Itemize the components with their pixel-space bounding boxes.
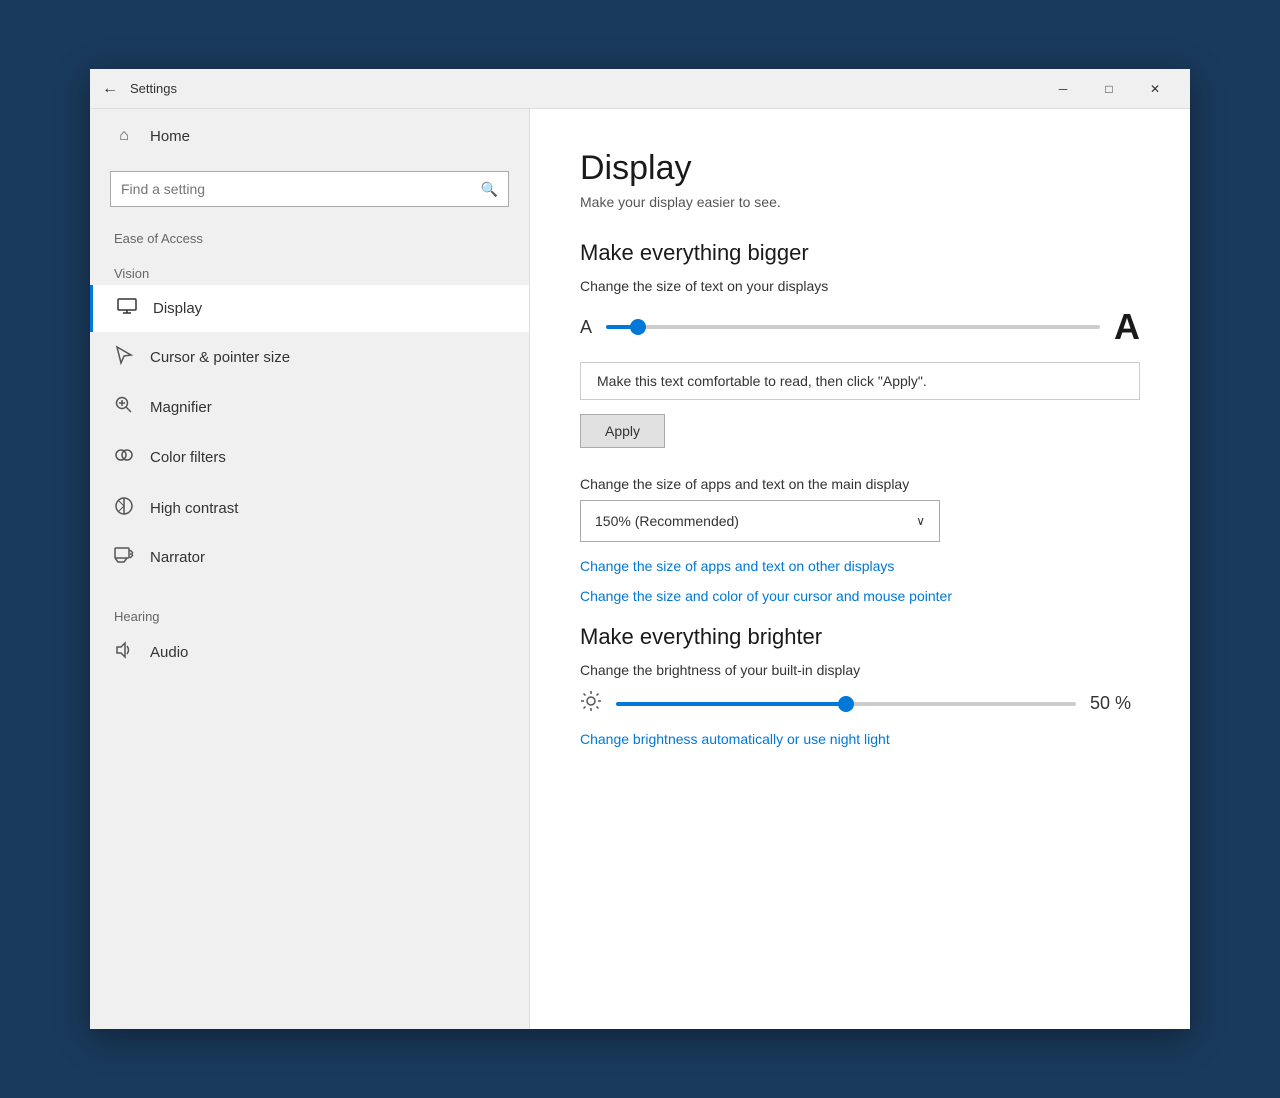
window-controls: ─ □ ✕ bbox=[1040, 69, 1178, 109]
brightness-slider[interactable] bbox=[616, 702, 1076, 706]
minimize-button[interactable]: ─ bbox=[1040, 69, 1086, 109]
text-size-label: Change the size of text on your displays bbox=[580, 278, 1140, 294]
sidebar-home-label: Home bbox=[150, 128, 190, 145]
cursor-icon bbox=[114, 345, 134, 370]
text-size-large-a: A bbox=[1114, 306, 1140, 348]
sidebar-breadcrumb: Ease of Access bbox=[90, 223, 529, 250]
sidebar-item-audio[interactable]: Audio bbox=[90, 628, 529, 677]
brightness-label: Change the brightness of your built-in d… bbox=[580, 662, 1140, 678]
section-brighter-title: Make everything brighter bbox=[580, 624, 1140, 650]
sidebar-item-narrator[interactable]: Narrator bbox=[90, 534, 529, 581]
sidebar-item-home[interactable]: ⌂ Home bbox=[90, 109, 529, 163]
maximize-button[interactable]: □ bbox=[1086, 69, 1132, 109]
settings-window: ← Settings ─ □ ✕ ⌂ Home 🔍 Ease of Access… bbox=[90, 69, 1190, 1029]
sidebar-narrator-label: Narrator bbox=[150, 549, 205, 566]
page-title: Display bbox=[580, 149, 1140, 188]
display-icon bbox=[117, 298, 137, 319]
brightness-slider-row: 50 % bbox=[580, 690, 1140, 717]
page-subtitle: Make your display easier to see. bbox=[580, 194, 1140, 210]
sidebar-magnifier-label: Magnifier bbox=[150, 399, 212, 416]
sidebar-item-magnifier[interactable]: Magnifier bbox=[90, 383, 529, 432]
chevron-down-icon: ∨ bbox=[916, 514, 925, 528]
main-panel: Display Make your display easier to see.… bbox=[530, 109, 1190, 1029]
night-light-link[interactable]: Change brightness automatically or use n… bbox=[580, 731, 1140, 747]
sidebar-hearing-section: Hearing Audio bbox=[90, 601, 529, 677]
titlebar: ← Settings ─ □ ✕ bbox=[90, 69, 1190, 109]
sidebar-audio-label: Audio bbox=[150, 644, 188, 661]
text-preview-content: Make this text comfortable to read, then… bbox=[597, 373, 927, 389]
apply-button[interactable]: Apply bbox=[580, 414, 665, 448]
search-icon: 🔍 bbox=[481, 181, 498, 198]
main-content: ⌂ Home 🔍 Ease of Access Vision Display bbox=[90, 109, 1190, 1029]
back-button[interactable]: ← bbox=[102, 80, 118, 98]
text-preview-box: Make this text comfortable to read, then… bbox=[580, 362, 1140, 400]
sidebar-colorfilters-label: Color filters bbox=[150, 449, 226, 466]
apps-size-label: Change the size of apps and text on the … bbox=[580, 476, 1140, 492]
sidebar-cursor-label: Cursor & pointer size bbox=[150, 349, 290, 366]
text-size-slider[interactable] bbox=[606, 325, 1100, 329]
sun-icon bbox=[580, 690, 602, 717]
narrator-icon bbox=[114, 547, 134, 568]
search-input[interactable] bbox=[121, 181, 473, 197]
magnifier-icon bbox=[114, 396, 134, 419]
window-title: Settings bbox=[130, 81, 1040, 96]
sidebar-item-highcontrast[interactable]: High contrast bbox=[90, 483, 529, 534]
sidebar-section-hearing: Hearing bbox=[90, 601, 529, 628]
sidebar-item-cursor[interactable]: Cursor & pointer size bbox=[90, 332, 529, 383]
sidebar-item-colorfilters[interactable]: Color filters bbox=[90, 432, 529, 483]
scale-dropdown-value: 150% (Recommended) bbox=[595, 513, 739, 529]
text-size-slider-row: A A bbox=[580, 306, 1140, 348]
sidebar-search-box[interactable]: 🔍 bbox=[110, 171, 509, 207]
highcontrast-icon bbox=[114, 496, 134, 521]
text-size-small-a: A bbox=[580, 317, 592, 338]
sidebar-highcontrast-label: High contrast bbox=[150, 500, 238, 517]
scale-dropdown[interactable]: 150% (Recommended) ∨ bbox=[580, 500, 940, 542]
other-displays-link[interactable]: Change the size of apps and text on othe… bbox=[580, 558, 1140, 574]
sidebar: ⌂ Home 🔍 Ease of Access Vision Display bbox=[90, 109, 530, 1029]
audio-icon bbox=[114, 641, 134, 664]
cursor-color-link[interactable]: Change the size and color of your cursor… bbox=[580, 588, 1140, 604]
close-button[interactable]: ✕ bbox=[1132, 69, 1178, 109]
colorfilters-icon bbox=[114, 445, 134, 470]
sidebar-item-display[interactable]: Display bbox=[90, 285, 529, 332]
sidebar-section-vision: Vision bbox=[90, 258, 529, 285]
section-bigger-title: Make everything bigger bbox=[580, 240, 1140, 266]
home-icon: ⌂ bbox=[114, 127, 134, 145]
sidebar-display-label: Display bbox=[153, 300, 202, 317]
brightness-value: 50 % bbox=[1090, 693, 1140, 714]
